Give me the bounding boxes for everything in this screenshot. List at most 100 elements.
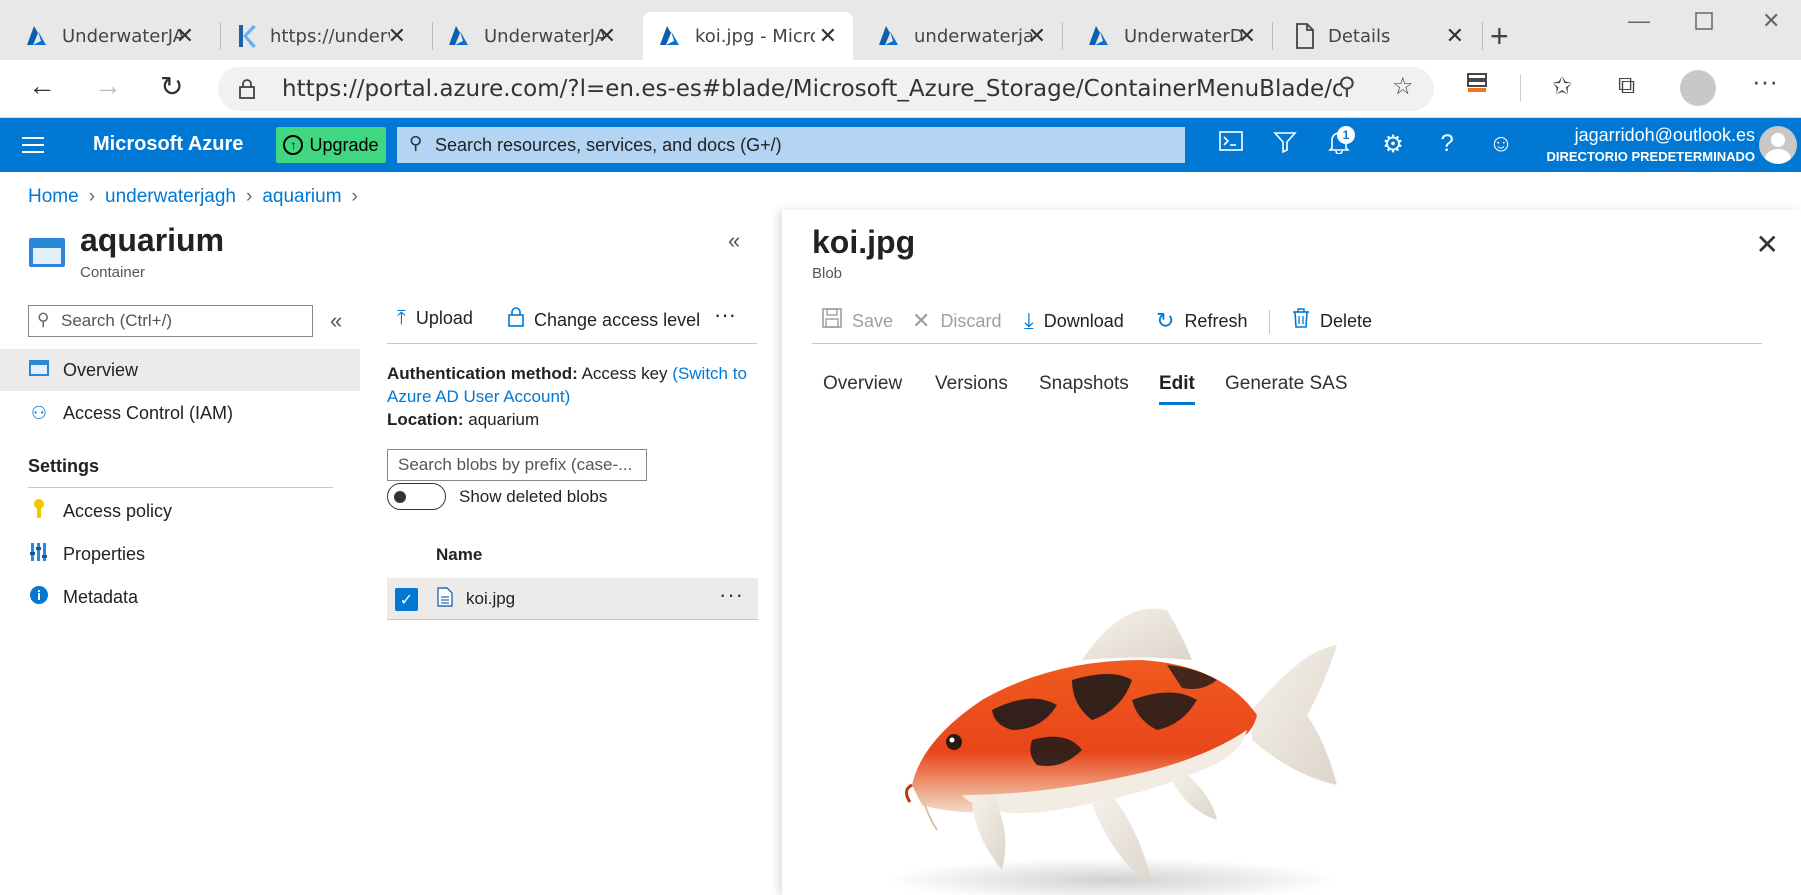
- blob-title: koi.jpg: [812, 224, 916, 260]
- tab-versions[interactable]: Versions: [935, 373, 1008, 395]
- maximize-icon[interactable]: [1695, 10, 1713, 36]
- blob-prefix-search-input[interactable]: Search blobs by prefix (case-...: [387, 449, 647, 481]
- collections-stack-icon[interactable]: [1466, 72, 1488, 101]
- page-subtitle: Container: [80, 264, 146, 281]
- help-icon[interactable]: ?: [1432, 130, 1462, 158]
- blob-blade: koi.jpg Blob ✕ Save ✕ Discard ⤓ Download…: [782, 210, 1801, 895]
- close-icon[interactable]: ✕: [1238, 23, 1256, 49]
- favorite-star-icon[interactable]: ☆: [1392, 72, 1414, 101]
- new-tab-icon[interactable]: +: [1490, 18, 1509, 55]
- save-button[interactable]: Save: [822, 308, 893, 334]
- url-field[interactable]: https://portal.azure.com/?l=en.es-es#bla…: [218, 67, 1434, 111]
- tab-snapshots[interactable]: Snapshots: [1039, 373, 1129, 395]
- sidebar-item-overview[interactable]: Overview: [0, 349, 360, 391]
- upload-label: Upload: [415, 308, 473, 328]
- avatar[interactable]: [1759, 126, 1797, 164]
- tab-title: https://underwaterjagh: [270, 25, 390, 47]
- menu-icon[interactable]: [22, 132, 44, 158]
- tab-title: UnderwaterJAGH: [484, 25, 604, 47]
- table-row[interactable]: ✓ koi.jpg ···: [387, 578, 758, 620]
- azure-search-input[interactable]: ⚲ Search resources, services, and docs (…: [397, 127, 1185, 163]
- menu-search-input[interactable]: ⚲ Search (Ctrl+/): [28, 305, 313, 337]
- close-icon[interactable]: ✕: [598, 23, 616, 49]
- collapse-menu-icon[interactable]: «: [330, 308, 342, 334]
- more-commands-button[interactable]: ···: [714, 302, 736, 328]
- discard-button[interactable]: ✕ Discard: [912, 308, 1001, 334]
- reload-icon[interactable]: ↻: [160, 70, 183, 103]
- auth-info: Authentication method: Access key (Switc…: [387, 362, 767, 431]
- collapse-blade-icon[interactable]: «: [728, 228, 740, 254]
- column-header-name[interactable]: Name: [436, 545, 482, 565]
- tab-edit[interactable]: Edit: [1159, 373, 1195, 405]
- download-button[interactable]: ⤓ Download: [1024, 308, 1124, 334]
- tab-separator: [1062, 22, 1063, 50]
- people-icon: ⚇: [30, 402, 48, 423]
- tab-generate-sas[interactable]: Generate SAS: [1225, 373, 1348, 395]
- chevron-right-icon: ›: [88, 186, 96, 207]
- window-close-icon[interactable]: ✕: [1762, 8, 1780, 34]
- container-icon: [29, 238, 65, 267]
- k-icon: [239, 25, 256, 48]
- directory-filter-icon[interactable]: [1270, 130, 1300, 161]
- account-email: jagarridoh@outlook.es: [1574, 125, 1755, 145]
- url-text: https://portal.azure.com/?l=en.es-es#bla…: [282, 76, 1342, 102]
- close-icon[interactable]: ✕: [388, 23, 406, 49]
- refresh-button[interactable]: ↻ Refresh: [1156, 308, 1247, 334]
- delete-button[interactable]: Delete: [1292, 308, 1372, 334]
- download-label: Download: [1043, 310, 1124, 331]
- settings-gear-icon[interactable]: ⚙: [1378, 130, 1408, 159]
- close-icon[interactable]: ✕: [176, 23, 194, 49]
- close-icon[interactable]: ✕: [1756, 228, 1779, 261]
- brand-title[interactable]: Microsoft Azure: [93, 133, 243, 156]
- change-access-level-button[interactable]: Change access level: [508, 307, 700, 333]
- browser-tab[interactable]: UnderwaterJAGH ✕: [10, 12, 210, 60]
- browser-tab[interactable]: underwaterjagh ✕: [862, 12, 1062, 60]
- tab-overview[interactable]: Overview: [823, 373, 902, 395]
- close-icon[interactable]: ✕: [819, 23, 837, 49]
- browser-tab[interactable]: Details ✕: [1280, 12, 1480, 60]
- browser-tab[interactable]: UnderwaterDB ✕: [1072, 12, 1272, 60]
- save-icon: [822, 308, 842, 334]
- notification-badge: 1: [1337, 126, 1355, 144]
- minimize-icon[interactable]: —: [1628, 8, 1650, 34]
- koi-image: [882, 580, 1402, 895]
- back-icon[interactable]: ←: [28, 70, 56, 102]
- browser-tab-active[interactable]: koi.jpg - Microsoft Azure ✕: [643, 12, 853, 60]
- show-deleted-label: Show deleted blobs: [459, 487, 608, 506]
- browser-tab[interactable]: https://underwaterjagh ✕: [222, 12, 422, 60]
- divider: [387, 343, 757, 344]
- auth-method-value: Access key: [581, 364, 668, 383]
- sidebar-item-metadata[interactable]: Metadata: [0, 576, 360, 618]
- azure-icon: [1089, 26, 1108, 45]
- upload-icon: ⤒: [397, 307, 406, 329]
- upload-button[interactable]: ⤒ Upload: [397, 307, 473, 330]
- zoom-icon[interactable]: ⚲: [1338, 72, 1356, 101]
- row-more-icon[interactable]: ···: [719, 582, 744, 608]
- row-checkbox[interactable]: ✓: [395, 588, 418, 611]
- forward-icon[interactable]: →: [94, 70, 122, 102]
- trash-icon: [1292, 308, 1310, 334]
- more-icon[interactable]: ···: [1752, 66, 1778, 97]
- cloud-shell-icon[interactable]: [1216, 130, 1246, 159]
- tab-title: Details: [1328, 25, 1391, 47]
- browser-tab[interactable]: UnderwaterJAGH ✕: [432, 12, 632, 60]
- sidebar-item-properties[interactable]: Properties: [0, 533, 360, 575]
- page-title: aquarium: [80, 222, 225, 258]
- sidebar-item-access-policy[interactable]: Access policy: [0, 490, 360, 532]
- blob-name[interactable]: koi.jpg: [466, 589, 515, 609]
- toolbar-divider: [1520, 74, 1521, 102]
- account-info[interactable]: jagarridoh@outlook.es DIRECTORIO PREDETE…: [1547, 125, 1756, 164]
- breadcrumb-container[interactable]: aquarium: [262, 186, 341, 208]
- close-icon[interactable]: ✕: [1028, 23, 1046, 49]
- breadcrumb-home[interactable]: Home: [28, 186, 79, 208]
- collections-icon[interactable]: ⧉: [1618, 72, 1635, 100]
- feedback-smiley-icon[interactable]: ☺: [1486, 130, 1516, 158]
- upgrade-button[interactable]: ↑ Upgrade: [276, 127, 386, 163]
- favorites-icon[interactable]: ✩: [1552, 72, 1572, 101]
- profile-avatar[interactable]: [1680, 70, 1716, 106]
- sidebar-item-iam[interactable]: ⚇ Access Control (IAM): [0, 392, 360, 434]
- close-icon[interactable]: ✕: [1446, 23, 1464, 49]
- sidebar-item-label: Overview: [63, 359, 139, 380]
- show-deleted-toggle[interactable]: [387, 483, 446, 510]
- breadcrumb-storage-account[interactable]: underwaterjagh: [105, 186, 236, 208]
